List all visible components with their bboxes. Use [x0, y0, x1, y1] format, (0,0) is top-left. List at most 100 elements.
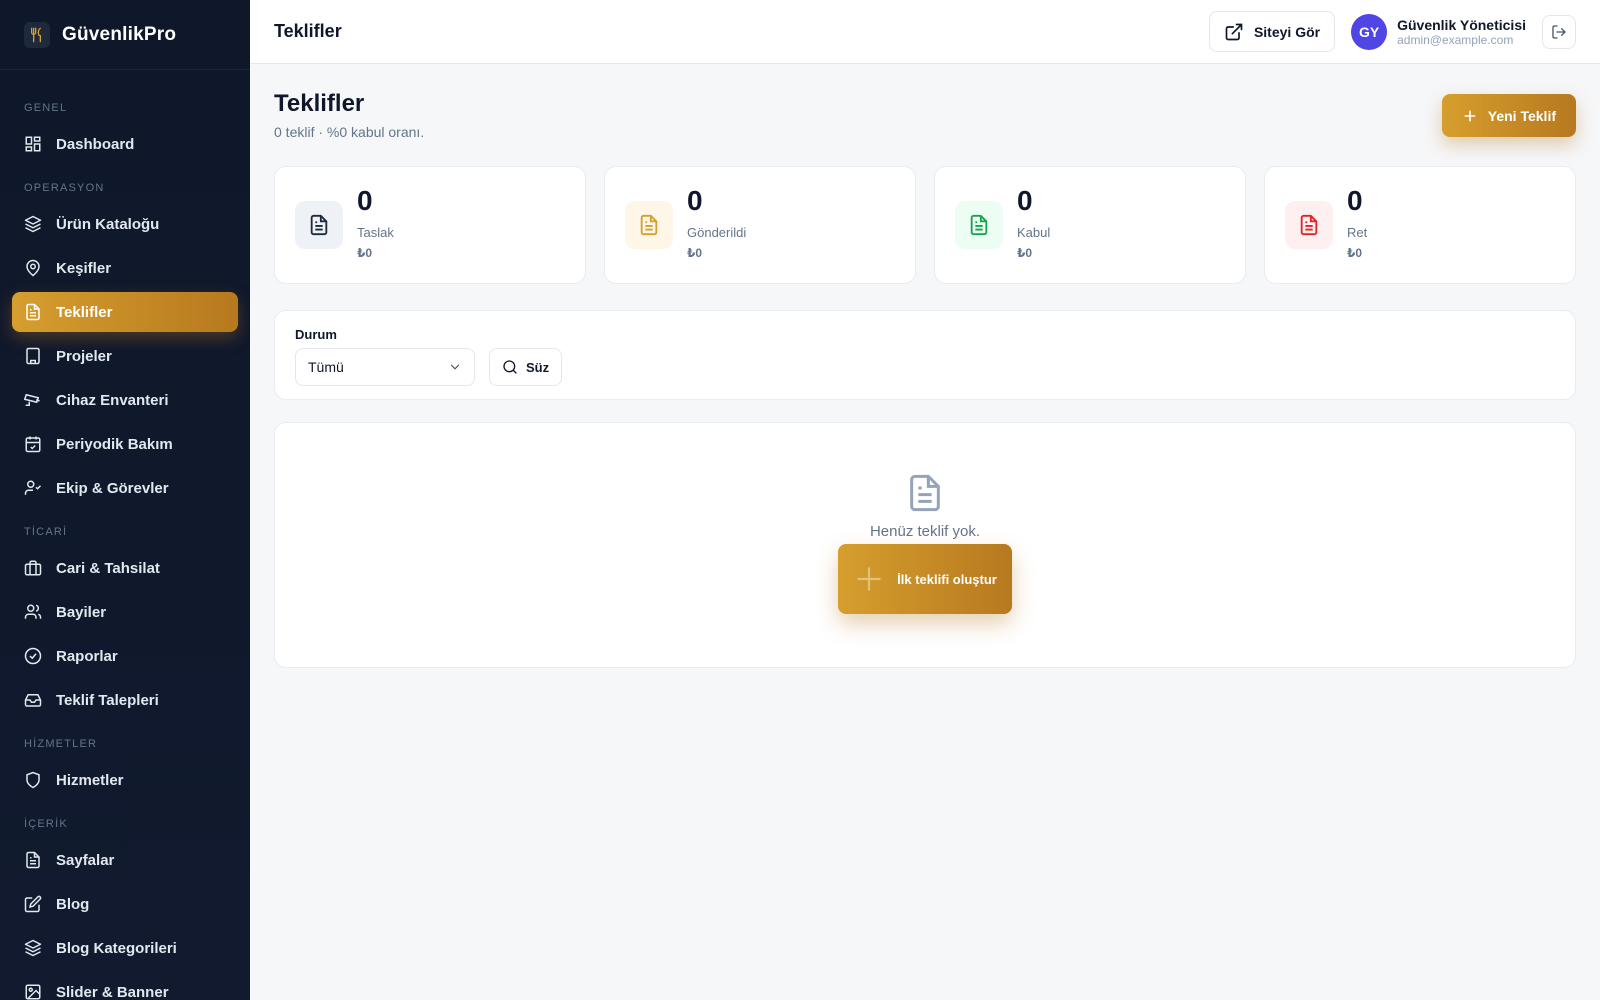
briefcase-icon [24, 560, 42, 576]
stats-row: 0 Taslak ₺0 0 Gönderildi ₺0 0 Kabul ₺0 0… [274, 166, 1576, 284]
top-bar: Teklifler Siteyi Gör GY Güvenlik Yönetic… [250, 0, 1600, 64]
avatar: GY [1351, 13, 1388, 50]
sidebar-item-label: Sayfalar [56, 851, 115, 869]
empty-state: Henüz teklif yok. İlk teklifi oluştur [274, 422, 1576, 668]
building-icon [26, 347, 40, 365]
edit-icon [24, 895, 42, 913]
stat-label: Kabul [1017, 225, 1051, 240]
sidebar-nav: GENEL Dashboard OPERASYON Ürün Kataloğu … [0, 70, 250, 1000]
plus-icon [1464, 110, 1476, 121]
sidebar: GüvenlikPro GENEL Dashboard OPERASYON Ür… [0, 0, 250, 1000]
nav-section-title: OPERASYON [24, 182, 105, 194]
view-site-button[interactable]: Siteyi Gör [1208, 11, 1336, 52]
stat-value: 0 [357, 185, 373, 216]
sidebar-item-label: Keşifler [56, 259, 112, 277]
layers-icon [24, 939, 42, 957]
filter-button[interactable]: Süz [489, 348, 563, 386]
stat-card-gonderildi: 0 Gönderildi ₺0 [604, 166, 916, 284]
status-select-value: Tümü [308, 359, 344, 375]
page-title: Teklifler [274, 90, 365, 117]
sidebar-item-teklif-talepleri[interactable]: Teklif Talepleri [12, 680, 238, 720]
stat-value: 0 [687, 185, 703, 216]
users-icon [24, 604, 42, 619]
layers-icon [24, 215, 42, 233]
sidebar-item-label: Hizmetler [56, 771, 124, 789]
sidebar-item-label: Ekip & Görevler [56, 479, 169, 497]
create-first-offer-label: İlk teklifi oluştur [897, 571, 997, 587]
new-offer-label: Yeni Teklif [1487, 107, 1556, 124]
brand[interactable]: GüvenlikPro [0, 0, 250, 70]
main-content: Teklifler 0 teklif · %0 kabul oranı. Yen… [274, 64, 1576, 668]
brand-name: GüvenlikPro [62, 23, 177, 45]
sidebar-item-label: Teklif Talepleri [56, 691, 159, 709]
sidebar-item-blog[interactable]: Blog [12, 884, 238, 924]
stat-label: Ret [1347, 225, 1368, 240]
view-site-label: Siteyi Gör [1253, 23, 1321, 40]
sidebar-item-raporlar[interactable]: Raporlar [12, 636, 238, 676]
calendar-check-icon [25, 436, 41, 453]
sidebar-item-slider-banner[interactable]: Slider & Banner [12, 972, 238, 1000]
stat-card-ret: 0 Ret ₺0 [1264, 166, 1576, 284]
sidebar-item-blog-kategorileri[interactable]: Blog Kategorileri [12, 928, 238, 968]
sidebar-item-label: Blog Kategorileri [56, 939, 177, 957]
file-text-icon [1285, 201, 1333, 249]
sidebar-item-label: Blog [56, 895, 90, 913]
grid-icon [25, 136, 41, 152]
create-first-offer-button[interactable]: İlk teklifi oluştur [838, 544, 1012, 614]
sidebar-item-label: Ürün Kataloğu [56, 215, 160, 233]
nav-section-title: HİZMETLER [24, 738, 98, 750]
sidebar-item-cihaz-envanteri[interactable]: Cihaz Envanteri [12, 380, 238, 420]
sidebar-item-kesifler[interactable]: Keşifler [12, 248, 238, 288]
chevron-down-icon [450, 364, 460, 370]
new-offer-button[interactable]: Yeni Teklif [1441, 94, 1576, 137]
header-title: Teklifler [274, 21, 342, 41]
sidebar-item-label: Cihaz Envanteri [56, 391, 169, 409]
sidebar-item-label: Slider & Banner [56, 983, 169, 1000]
user-menu[interactable]: GY Güvenlik Yöneticisi admin@example.com [1351, 13, 1526, 50]
sidebar-item-label: Raporlar [56, 647, 118, 665]
sidebar-item-ekip-gorevler[interactable]: Ekip & Görevler [12, 468, 238, 508]
filter-panel: Durum Tümü Süz [274, 310, 1576, 400]
nav-section-title: İÇERİK [24, 818, 68, 830]
sidebar-item-urun-katalogu[interactable]: Ürün Kataloğu [12, 204, 238, 244]
sidebar-item-teklifler[interactable]: Teklifler [12, 292, 238, 332]
nav-section-title: TİCARİ [24, 526, 68, 538]
sidebar-item-label: Cari & Tahsilat [56, 559, 160, 577]
stat-card-kabul: 0 Kabul ₺0 [934, 166, 1246, 284]
stat-value: 0 [1017, 185, 1033, 216]
search-icon [503, 360, 517, 374]
map-pin-icon [26, 259, 40, 277]
sidebar-item-label: Projeler [56, 347, 112, 365]
stat-label: Gönderildi [687, 225, 747, 240]
sidebar-item-dashboard[interactable]: Dashboard [12, 124, 238, 164]
sidebar-item-sayfalar[interactable]: Sayfalar [12, 840, 238, 880]
sidebar-item-label: Dashboard [56, 135, 135, 153]
image-icon [25, 984, 41, 1000]
plus-icon [857, 567, 881, 591]
file-text-icon [910, 474, 940, 512]
file-text-icon [955, 201, 1003, 249]
stat-label: Taslak [357, 225, 394, 240]
utensils-icon [24, 21, 50, 48]
inbox-icon [24, 694, 42, 707]
sidebar-item-bayiler[interactable]: Bayiler [12, 592, 238, 632]
filter-button-label: Süz [526, 359, 550, 375]
file-text-icon [295, 201, 343, 249]
status-filter-label: Durum [295, 327, 337, 342]
sidebar-item-label: Periyodik Bakım [56, 435, 173, 453]
sidebar-item-label: Bayiler [56, 603, 107, 621]
stat-amount: ₺0 [687, 246, 703, 260]
sidebar-item-cari-tahsilat[interactable]: Cari & Tahsilat [12, 548, 238, 588]
empty-state-text: Henüz teklif yok. [869, 523, 981, 540]
logout-icon [1552, 24, 1566, 39]
user-check-icon [24, 480, 42, 495]
sidebar-item-periyodik-bakim[interactable]: Periyodik Bakım [12, 424, 238, 464]
stat-amount: ₺0 [1347, 246, 1363, 260]
sidebar-item-projeler[interactable]: Projeler [12, 336, 238, 376]
status-select[interactable]: Tümü [295, 348, 475, 386]
external-link-icon [1225, 23, 1243, 40]
sidebar-item-label: Teklifler [56, 303, 113, 321]
logout-button[interactable] [1542, 14, 1576, 49]
sidebar-item-hizmetler[interactable]: Hizmetler [12, 760, 238, 800]
stat-amount: ₺0 [1017, 246, 1033, 260]
